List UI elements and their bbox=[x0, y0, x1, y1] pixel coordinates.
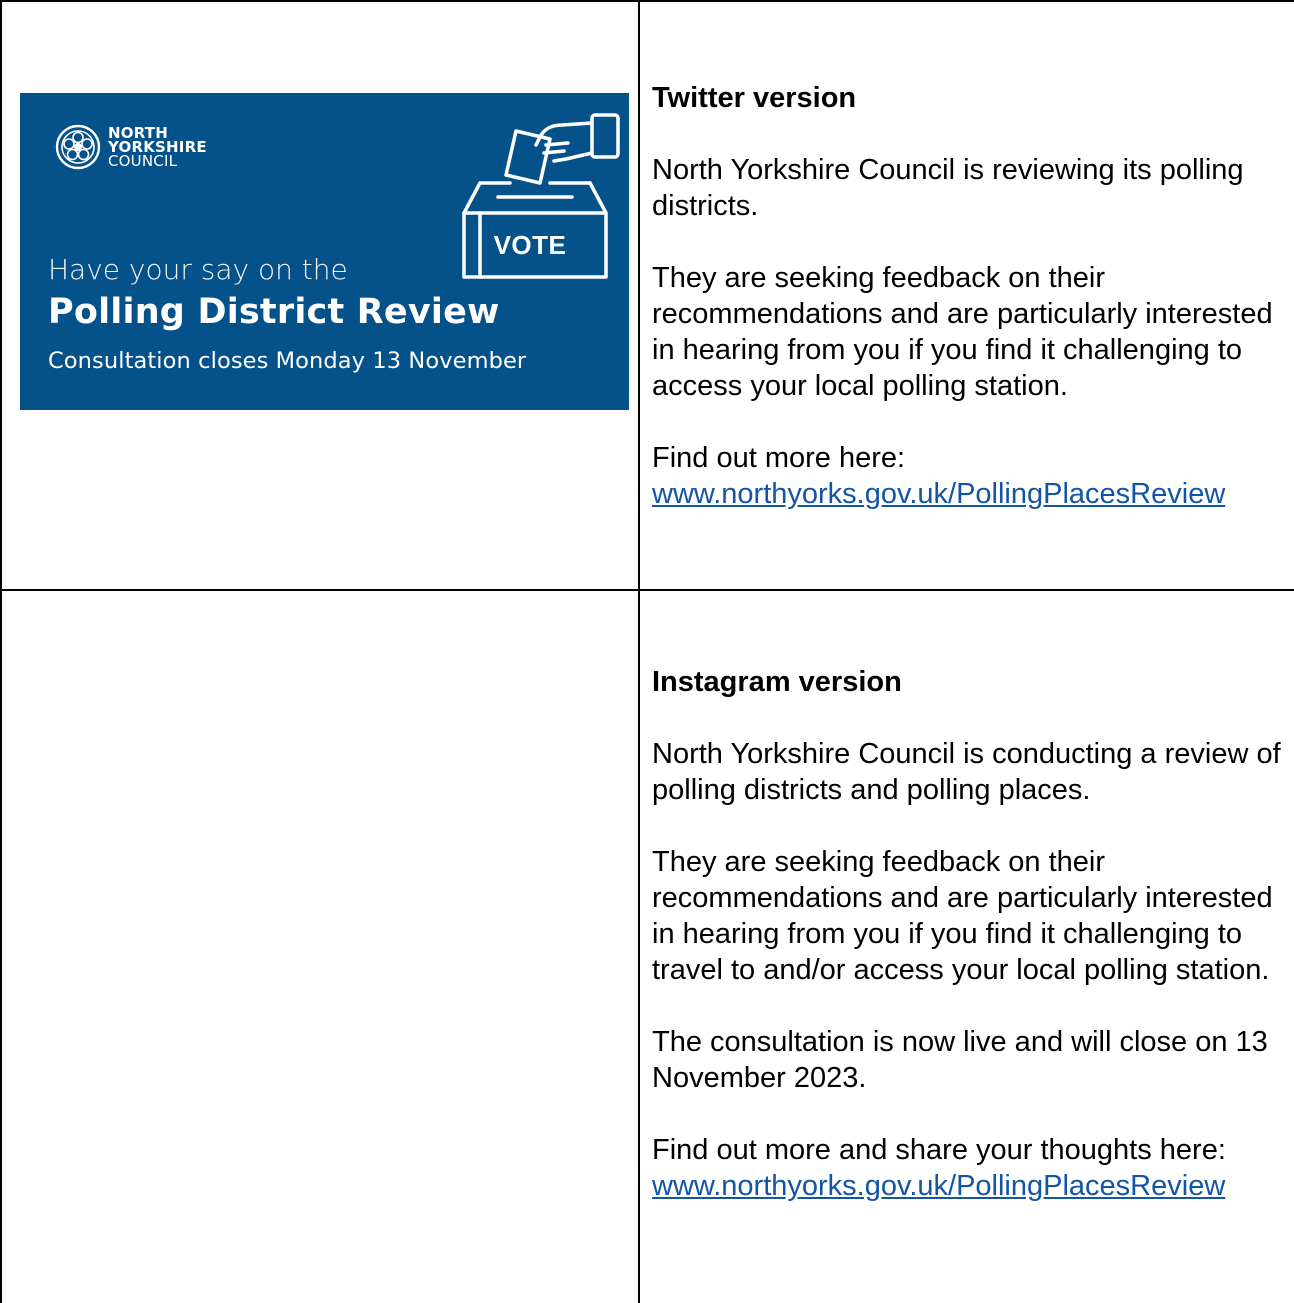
twitter-heading: Twitter version bbox=[652, 82, 857, 114]
instagram-paragraph-1: North Yorkshire Council is conducting a … bbox=[652, 738, 1281, 806]
table-row-divider bbox=[0, 589, 1294, 591]
twitter-paragraph-2: They are seeking feedback on their recom… bbox=[652, 262, 1273, 402]
banner-headline: Polling District Review bbox=[48, 292, 500, 332]
document-table: NORTH YORKSHIRE COUNCIL VOTE Have your s… bbox=[0, 0, 1294, 1303]
phone-icon bbox=[590, 113, 620, 159]
twitter-paragraph-1: North Yorkshire Council is reviewing its… bbox=[652, 154, 1244, 222]
logo-line-council: COUNCIL bbox=[108, 152, 178, 170]
twitter-review-link[interactable]: www.northyorks.gov.uk/PollingPlacesRevie… bbox=[652, 478, 1225, 510]
instagram-paragraph-2: They are seeking feedback on their recom… bbox=[652, 846, 1273, 986]
banner-tagline: Have your say on the bbox=[48, 253, 348, 286]
polling-review-banner-image: NORTH YORKSHIRE COUNCIL VOTE Have your s… bbox=[20, 93, 629, 410]
table-column-divider bbox=[638, 0, 640, 1303]
banner-closing-date: Consultation closes Monday 13 November bbox=[48, 348, 527, 374]
instagram-find-out-more: Find out more and share your thoughts he… bbox=[652, 1132, 1292, 1204]
instagram-version-cell: Instagram version North Yorkshire Counci… bbox=[652, 664, 1292, 1204]
council-logo: NORTH YORKSHIRE COUNCIL bbox=[54, 123, 207, 171]
instagram-paragraph-3: The consultation is now live and will cl… bbox=[652, 1026, 1268, 1094]
twitter-find-out-more: Find out more here: www.northyorks.gov.u… bbox=[652, 440, 1292, 512]
instagram-heading: Instagram version bbox=[652, 666, 902, 698]
instagram-review-link[interactable]: www.northyorks.gov.uk/PollingPlacesRevie… bbox=[652, 1170, 1225, 1202]
twitter-find-out-text: Find out more here: bbox=[652, 442, 906, 474]
council-logo-text: NORTH YORKSHIRE COUNCIL bbox=[108, 126, 207, 170]
table-left-border bbox=[0, 0, 2, 1303]
council-rose-logo-icon bbox=[55, 124, 101, 170]
table-top-border bbox=[0, 0, 1294, 2]
instagram-find-out-text: Find out more and share your thoughts he… bbox=[652, 1134, 1226, 1166]
twitter-version-cell: Twitter version North Yorkshire Council … bbox=[652, 80, 1292, 512]
vote-label: VOTE bbox=[493, 230, 567, 260]
